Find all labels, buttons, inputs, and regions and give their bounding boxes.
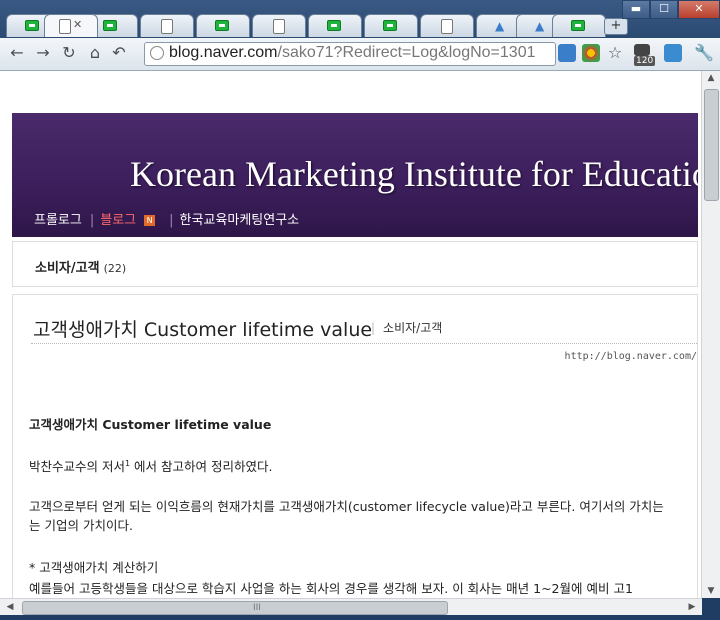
home-icon[interactable]: ⌂ (86, 44, 104, 62)
extension-icon[interactable] (582, 44, 600, 62)
url-text: blog.naver.com/sako71?Redirect=Log&logNo… (169, 44, 536, 61)
close-window-button[interactable]: ✕ (678, 0, 720, 19)
address-bar[interactable]: blog.naver.com/sako71?Redirect=Log&logNo… (144, 42, 556, 66)
translate-icon[interactable] (558, 44, 576, 62)
forward-icon[interactable]: → (34, 44, 52, 62)
tab[interactable] (552, 14, 606, 37)
green-icon (215, 20, 229, 31)
post-bullet: * 고객생애가치 계산하기 (29, 560, 159, 575)
browser-toolbar: ← → ↻ ⌂ ↶ blog.naver.com/sako71?Redirect… (0, 38, 720, 71)
window-border (0, 615, 720, 620)
minimize-button[interactable]: ▬ (622, 0, 650, 19)
scroll-up-icon[interactable]: ▲ (702, 71, 720, 85)
scroll-thumb[interactable] (704, 89, 719, 201)
page-icon (273, 19, 285, 34)
reload-icon[interactable]: ↻ (60, 44, 78, 62)
menu-prologue[interactable]: 프롤로그 (34, 213, 82, 228)
post-source-url[interactable]: http://blog.naver.com/ (565, 351, 697, 362)
scroll-left-icon[interactable]: ◀ (2, 600, 18, 614)
page-icon (59, 19, 71, 34)
post-title: 고객생애가치 Customer lifetime value (33, 319, 373, 341)
post: 고객생애가치 Customer lifetime value 소비자/고객 ht… (12, 294, 698, 598)
peak-icon: ▲ (535, 19, 545, 33)
window-controls: ▬ ☐ ✕ (622, 0, 720, 19)
extension-badge: 120 (634, 56, 656, 66)
green-icon (327, 20, 341, 31)
green-icon (571, 20, 585, 31)
blog-menu: 프롤로그 | 블로그 N | 한국교육마케팅연구소 (34, 213, 300, 228)
tab-strip: ✕ ▲ ▲ + ▬ ☐ ✕ (0, 0, 720, 38)
category-header: 소비자/고객 (22) (12, 241, 698, 287)
peak-icon: ▲ (495, 19, 505, 33)
maximize-button[interactable]: ☐ (650, 0, 678, 19)
tab[interactable] (420, 14, 474, 37)
post-paragraph: 예를들어 고등학생들을 대상으로 학습지 사업을 하는 회사의 경우를 생각해 … (29, 581, 633, 596)
extension-icon[interactable] (634, 44, 650, 56)
scroll-thumb[interactable]: III (22, 601, 448, 615)
grip-icon: III (253, 603, 261, 613)
green-icon (383, 20, 397, 31)
banner-title: Korean Marketing Institute for Education (130, 154, 698, 194)
new-badge: N (144, 215, 156, 226)
new-tab-button[interactable]: + (604, 18, 628, 35)
back-icon[interactable]: ← (8, 44, 26, 62)
browser-window: ✕ ▲ ▲ + ▬ ☐ ✕ ← → ↻ ⌂ ↶ blog.naver.com/s… (0, 0, 720, 620)
tab-active[interactable]: ✕ (44, 14, 98, 37)
post-paragraph: 박찬수교수의 저서1 에서 참고하여 정리하였다. (29, 458, 273, 474)
green-icon (103, 20, 117, 31)
tab[interactable] (364, 14, 418, 37)
globe-icon (150, 46, 164, 60)
post-paragraph: 고객으로부터 얻게 되는 이익흐름의 현재가치를 고객생애가치(customer… (29, 499, 664, 514)
scroll-right-icon[interactable]: ▶ (684, 600, 700, 614)
star-icon[interactable]: ☆ (606, 44, 624, 62)
post-paragraph: 는 기업의 가치이다. (29, 518, 133, 533)
tab[interactable] (196, 14, 250, 37)
menu-blog[interactable]: 블로그 N (100, 213, 161, 228)
vertical-scrollbar[interactable]: ▲ ▼ (701, 71, 720, 598)
scroll-down-icon[interactable]: ▼ (702, 584, 720, 598)
divider (31, 343, 697, 344)
tab[interactable] (140, 14, 194, 37)
tab[interactable] (308, 14, 362, 37)
blog-banner: Korean Marketing Institute for Education… (12, 113, 698, 237)
horizontal-scrollbar[interactable]: ◀ III ▶ (0, 598, 702, 616)
post-category-link[interactable]: 소비자/고객 (371, 319, 442, 336)
category-count: (22) (103, 262, 127, 275)
tab[interactable] (252, 14, 306, 37)
undo-icon[interactable]: ↶ (110, 44, 128, 62)
extension-icon[interactable] (664, 44, 682, 62)
wrench-icon[interactable]: 🔧 (694, 44, 714, 62)
page-icon (161, 19, 173, 34)
category-link[interactable]: 소비자/고객 (22) (35, 257, 126, 276)
post-heading: 고객생애가치 Customer lifetime value (29, 417, 272, 432)
green-icon (25, 20, 39, 31)
page-icon (441, 19, 453, 34)
menu-institute[interactable]: 한국교육마케팅연구소 (180, 213, 300, 228)
close-icon[interactable]: ✕ (73, 18, 82, 31)
